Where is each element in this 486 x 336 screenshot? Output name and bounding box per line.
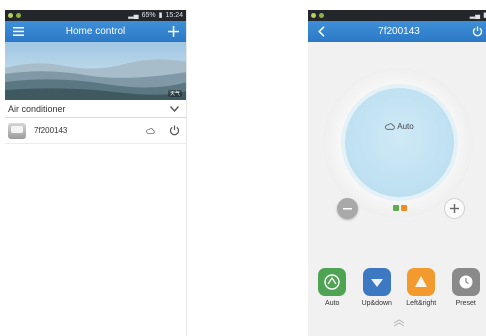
section-label: Air conditioner	[8, 103, 66, 114]
device-screen: ▂▄ ▮ 7f200143 Auto Auto Up&down Left&rig…	[308, 10, 486, 336]
section-air-conditioner[interactable]: Air conditioner	[5, 100, 186, 118]
mode-label: Up&down	[361, 300, 392, 307]
auto-mode-icon	[318, 268, 347, 296]
menu-icon[interactable]	[11, 25, 25, 39]
cloud-icon	[143, 124, 157, 138]
home-screen: ▂▄ 65% ▮ 15:24 Home control 天气 Air condi…	[5, 10, 187, 336]
power-icon[interactable]	[167, 124, 181, 138]
status-bar: ▂▄ ▮	[308, 10, 486, 21]
notification-icon	[8, 13, 13, 18]
page-title: Home control	[65, 26, 126, 37]
title-bar: Home control	[5, 21, 186, 42]
scenery-banner: 天气	[5, 42, 186, 100]
device-name: 7f200143	[34, 126, 68, 135]
signal-icon: ▂▄	[469, 12, 481, 19]
status-indicators	[345, 205, 454, 211]
back-icon[interactable]	[314, 25, 328, 39]
device-title: 7f200143	[378, 26, 420, 37]
banner-tag: 天气	[167, 90, 182, 97]
device-row[interactable]: 7f200143	[5, 118, 186, 144]
minus-icon	[343, 207, 352, 209]
plus-icon	[450, 204, 459, 213]
temperature-dial[interactable]: Auto	[345, 88, 454, 211]
chevron-up-icon[interactable]	[308, 319, 486, 329]
notification-icon	[16, 13, 21, 18]
battery-icon: ▮	[158, 12, 163, 19]
current-mode: Auto	[345, 122, 454, 131]
title-bar: 7f200143	[308, 21, 486, 42]
status-indicator	[400, 205, 407, 211]
mode-label: Auto	[325, 300, 340, 307]
chevron-down-icon[interactable]	[167, 102, 181, 116]
cloud-icon	[385, 123, 395, 130]
status-indicator	[392, 205, 399, 211]
plus-icon[interactable]	[166, 25, 180, 39]
power-icon[interactable]	[470, 25, 484, 39]
signal-icon: ▂▄	[128, 12, 139, 19]
clock: 15:24	[165, 12, 183, 19]
status-bar: ▂▄ 65% ▮ 15:24	[5, 10, 186, 21]
air-conditioner-icon	[8, 122, 26, 139]
mode-label: Left&right	[406, 300, 437, 307]
increase-button[interactable]	[444, 198, 465, 219]
battery-text: 65%	[141, 12, 156, 19]
notification-icon	[319, 13, 324, 18]
swing-leftright-icon	[407, 268, 436, 296]
clock-icon	[451, 268, 480, 296]
notification-icon	[311, 13, 316, 18]
swing-updown-icon	[362, 268, 391, 296]
decrease-button[interactable]	[337, 198, 358, 219]
mode-label: Preset	[455, 300, 476, 307]
current-mode-label: Auto	[397, 122, 414, 131]
